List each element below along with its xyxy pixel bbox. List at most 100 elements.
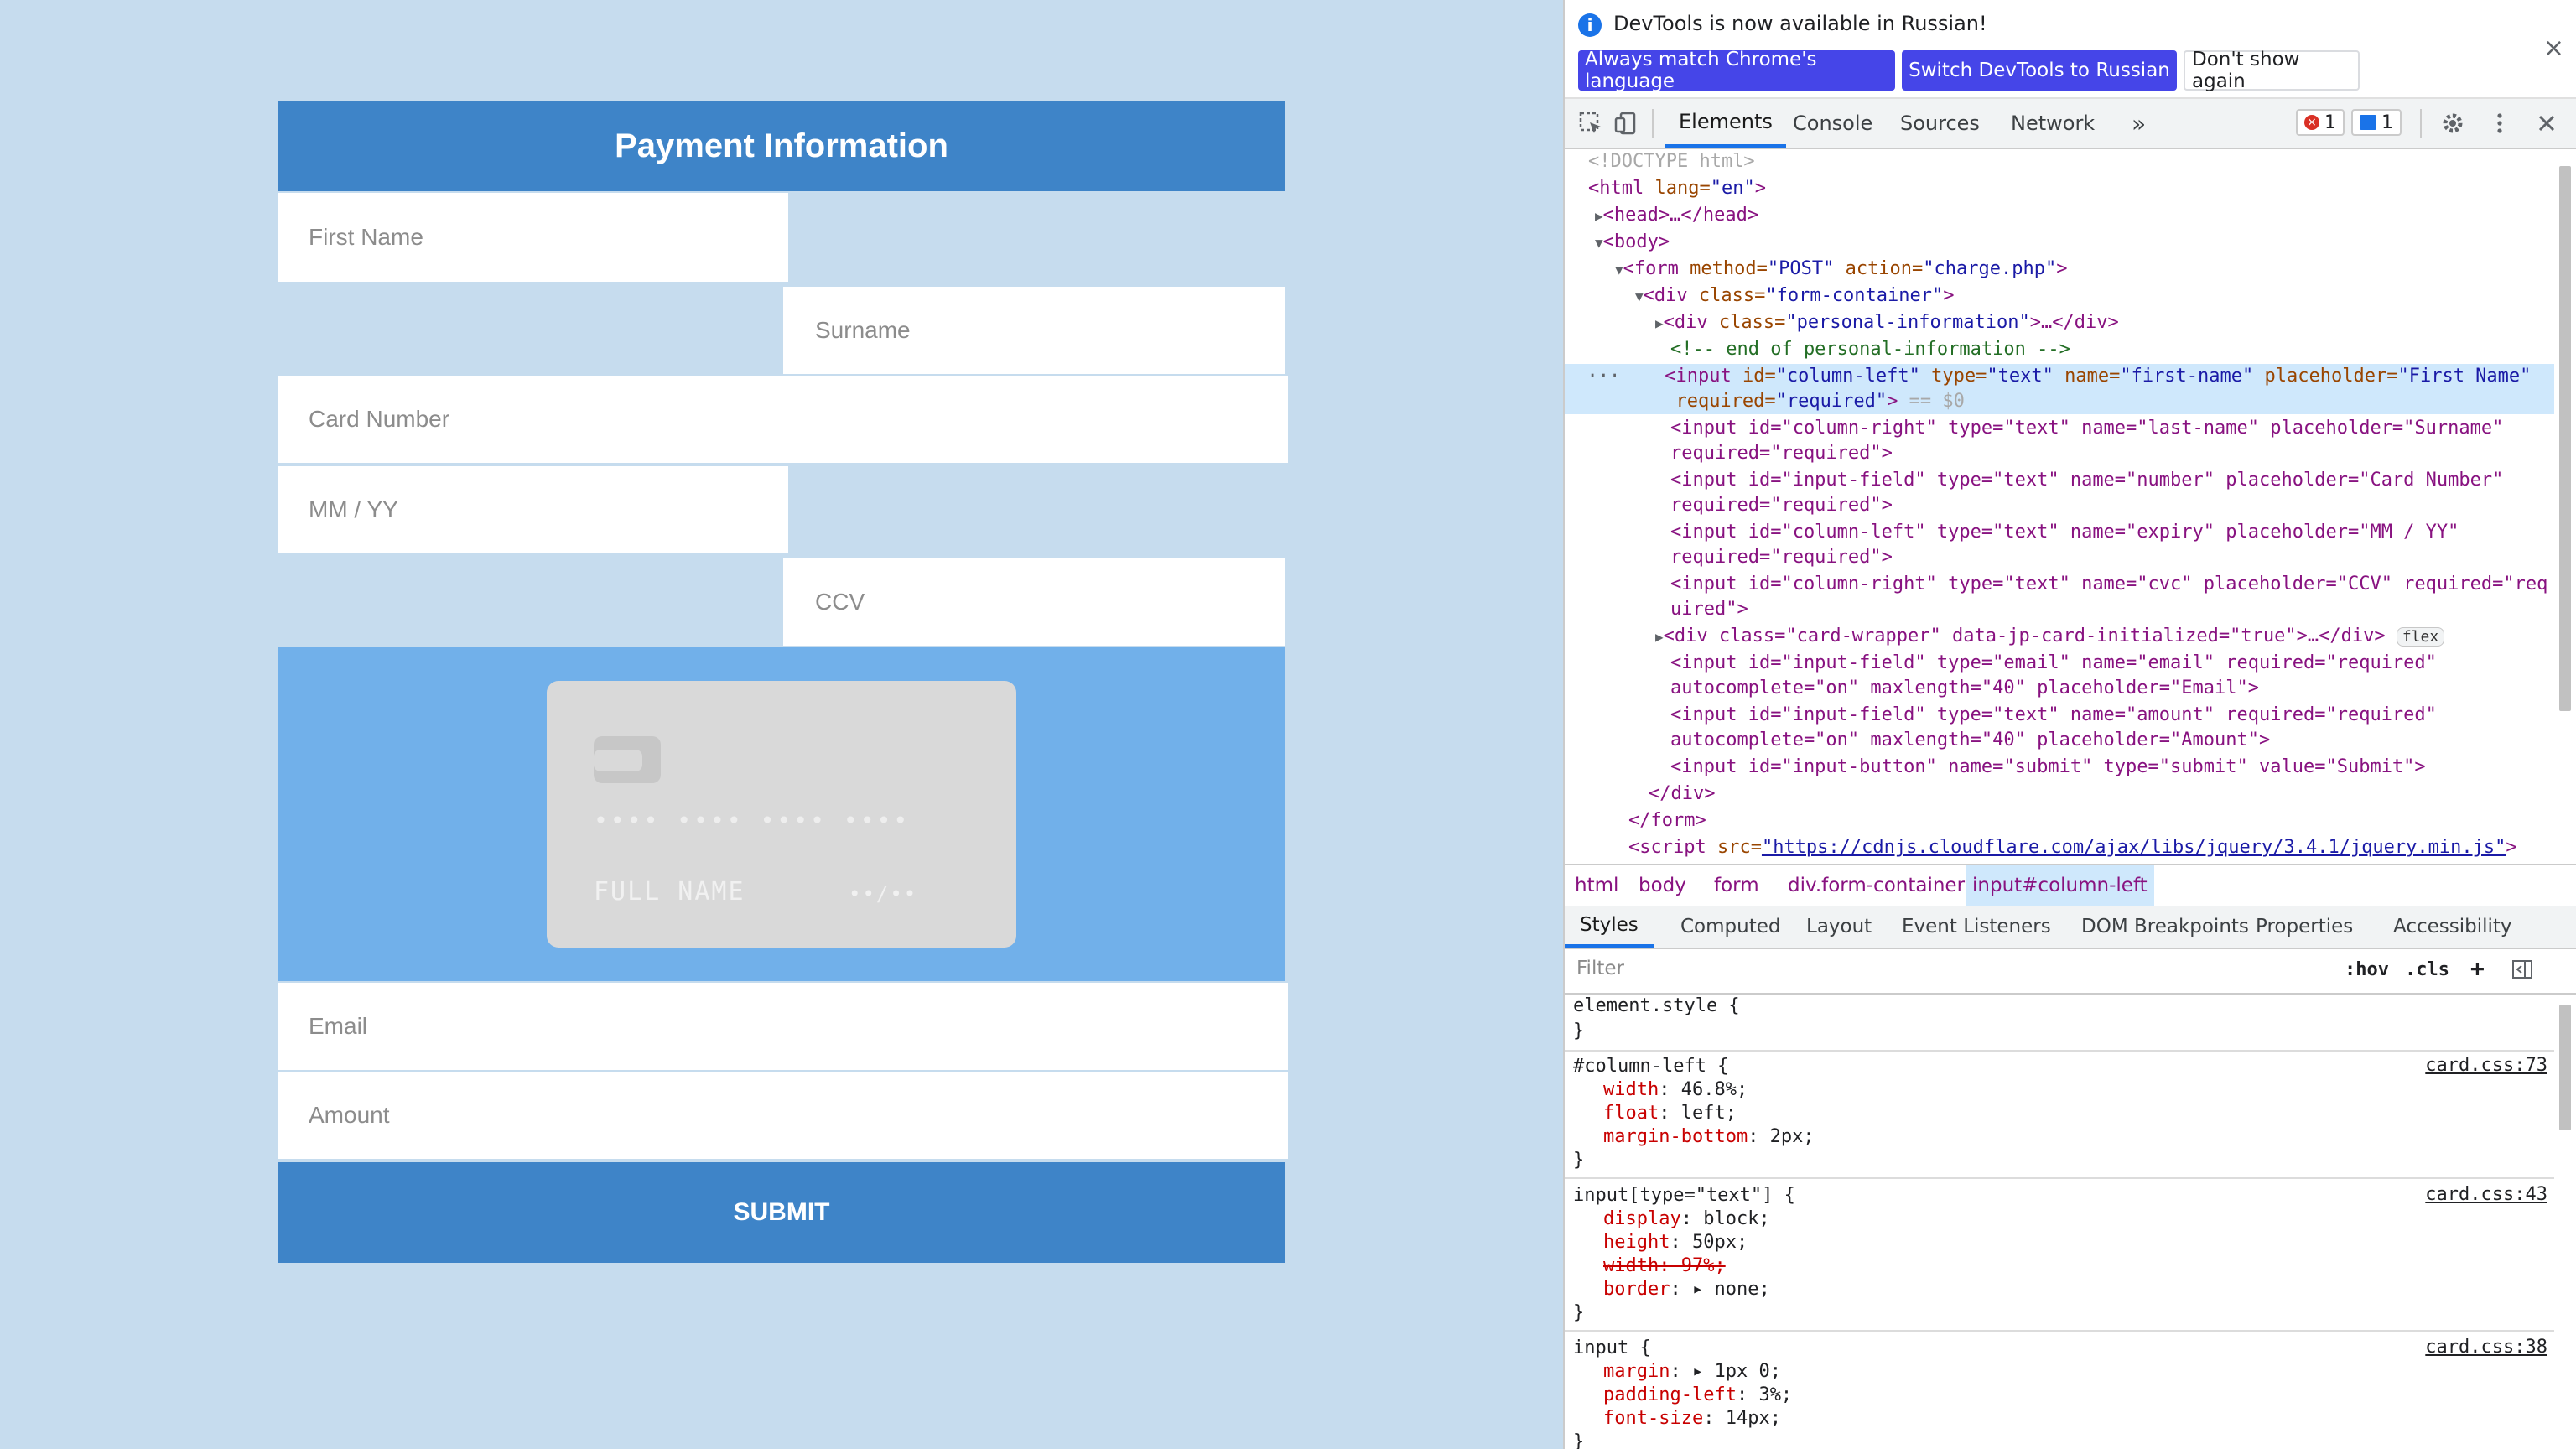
dom-cvc-input[interactable]: <input id="column-right" type="text" nam… bbox=[1670, 572, 2547, 597]
breadcrumb-form[interactable]: form bbox=[1707, 865, 1766, 906]
styles-subtabs: Styles Computed Layout Event Listeners D… bbox=[1565, 906, 2576, 949]
form-title: Payment Information bbox=[278, 101, 1285, 191]
styles-scrollbar[interactable] bbox=[2556, 1005, 2574, 1189]
surname-input[interactable]: Surname bbox=[783, 287, 1285, 374]
dom-div-close[interactable]: </div> bbox=[1649, 782, 1715, 807]
style-property[interactable]: border: ▸ none; bbox=[1603, 1278, 1770, 1301]
style-property[interactable]: padding-left: 3%; bbox=[1603, 1384, 1792, 1407]
close-devtools-icon[interactable] bbox=[2532, 109, 2561, 138]
tab-event-listeners[interactable]: Event Listeners bbox=[1892, 906, 2061, 948]
elements-scrollbar-thumb[interactable] bbox=[2559, 166, 2571, 711]
style-property[interactable]: font-size: 14px; bbox=[1603, 1407, 1781, 1431]
dom-surname-input[interactable]: <input id="column-right" type="text" nam… bbox=[1670, 416, 2503, 441]
card-number-input[interactable]: Card Number bbox=[278, 376, 1288, 463]
breadcrumb-html[interactable]: html bbox=[1568, 865, 1625, 906]
page-viewport: Payment Information First Name Surname C… bbox=[0, 0, 1563, 1449]
breadcrumb-body[interactable]: body bbox=[1632, 865, 1693, 906]
tab-console[interactable]: Console bbox=[1781, 99, 1884, 148]
errors-badge[interactable]: × 1 bbox=[2296, 109, 2345, 136]
styles-pane: element.style { } #column-left { card.cs… bbox=[1565, 995, 2576, 1449]
element-style-selector[interactable]: element.style { bbox=[1573, 995, 1740, 1018]
dont-show-again-button[interactable]: Don't show again bbox=[2184, 49, 2360, 92]
dom-body[interactable]: ▼<body> bbox=[1595, 230, 1670, 255]
rule-close: } bbox=[1573, 1302, 1585, 1323]
email-input[interactable]: Email bbox=[278, 983, 1288, 1070]
dom-personal-information[interactable]: ▶<div class="personal-information">…</di… bbox=[1655, 310, 2119, 335]
amount-input[interactable]: Amount bbox=[278, 1072, 1288, 1159]
dom-email-input[interactable]: <input id="input-field" type="email" nam… bbox=[1670, 651, 2437, 676]
tab-network[interactable]: Network bbox=[1999, 99, 2106, 148]
message-icon bbox=[2360, 115, 2376, 130]
breadcrumb-selected-input[interactable]: input#column-left bbox=[1966, 865, 2154, 906]
card-preview: •••• •••• •••• •••• FULL NAME ••/•• bbox=[547, 681, 1016, 948]
card-preview-name: FULL NAME bbox=[594, 877, 745, 906]
more-options-icon[interactable] bbox=[2485, 109, 2514, 138]
tab-computed[interactable]: Computed bbox=[1670, 906, 1790, 948]
new-style-rule-icon[interactable]: + bbox=[2470, 954, 2485, 982]
tab-dom-breakpoints[interactable]: DOM Breakpoints bbox=[2071, 906, 2259, 948]
toggle-sidebar-icon[interactable] bbox=[2511, 958, 2534, 986]
rule-column-left-source-link[interactable]: card.css:73 bbox=[2425, 1055, 2547, 1076]
more-tabs-icon[interactable]: » bbox=[2123, 99, 2154, 148]
rule-input-text-source-link[interactable]: card.css:43 bbox=[2425, 1184, 2547, 1205]
dom-cvc-input-cont: uired"> bbox=[1670, 599, 1748, 620]
toolbar-divider bbox=[1652, 109, 1654, 138]
style-property[interactable]: width: 46.8%; bbox=[1603, 1078, 1748, 1102]
dom-html[interactable]: <html lang="en"> bbox=[1588, 176, 1766, 201]
switch-to-russian-button[interactable]: Switch DevTools to Russian bbox=[1902, 50, 2177, 91]
dom-card-wrapper[interactable]: ▶<div class="card-wrapper" data-jp-card-… bbox=[1655, 624, 2445, 649]
expiry-input[interactable]: MM / YY bbox=[278, 466, 788, 553]
style-property[interactable]: display: block; bbox=[1603, 1208, 1770, 1231]
dom-amount-input[interactable]: <input id="input-field" type="text" name… bbox=[1670, 703, 2437, 728]
dom-email-input-cont: autocomplete="on" maxlength="40" placeho… bbox=[1670, 678, 2259, 699]
breadcrumb-form-container[interactable]: div.form-container bbox=[1781, 865, 1971, 906]
first-name-input[interactable]: First Name bbox=[278, 193, 788, 282]
styles-scrollbar-thumb[interactable] bbox=[2559, 1005, 2571, 1130]
close-icon[interactable]: × bbox=[2543, 34, 2564, 63]
rule-close: } bbox=[1573, 1021, 1585, 1041]
dom-expiry-input[interactable]: <input id="column-left" type="text" name… bbox=[1670, 520, 2459, 545]
info-icon: i bbox=[1578, 13, 1602, 37]
dom-form[interactable]: ▼<form method="POST" action="charge.php"… bbox=[1615, 257, 2068, 282]
rule-input-selector[interactable]: input { bbox=[1573, 1337, 1651, 1360]
messages-badge[interactable]: 1 bbox=[2351, 109, 2402, 136]
rule-input-source-link[interactable]: card.css:38 bbox=[2425, 1337, 2547, 1358]
dom-head[interactable]: ▶<head>…</head> bbox=[1595, 203, 1758, 228]
dom-card-number-input[interactable]: <input id="input-field" type="text" name… bbox=[1670, 468, 2503, 493]
style-property[interactable]: margin: ▸ 1px 0; bbox=[1603, 1360, 1781, 1384]
ccv-input[interactable]: CCV bbox=[783, 558, 1285, 646]
dom-selected-input-line1[interactable]: ··· <input id="column-left" type="text" … bbox=[1565, 364, 2554, 389]
inspect-element-icon[interactable] bbox=[1576, 109, 1605, 138]
styles-filter-input[interactable]: Filter bbox=[1576, 958, 1624, 979]
overridden-style-property[interactable]: width: 97%; bbox=[1603, 1254, 1726, 1278]
device-toolbar-icon[interactable] bbox=[1612, 109, 1640, 138]
devtools-panel: i DevTools is now available in Russian! … bbox=[1563, 0, 2576, 1449]
hov-toggle[interactable]: :hov bbox=[2345, 959, 2389, 980]
tab-elements[interactable]: Elements bbox=[1665, 99, 1786, 148]
elements-scrollbar[interactable] bbox=[2556, 166, 2574, 711]
dom-submit-input[interactable]: <input id="input-button" name="submit" t… bbox=[1670, 755, 2426, 780]
dom-comment[interactable]: <!-- end of personal-information --> bbox=[1670, 337, 2070, 362]
tab-layout[interactable]: Layout bbox=[1796, 906, 1882, 948]
tab-styles[interactable]: Styles bbox=[1565, 906, 1654, 948]
settings-gear-icon[interactable] bbox=[2438, 109, 2467, 138]
style-property[interactable]: margin-bottom: 2px; bbox=[1603, 1125, 1815, 1149]
dom-selected-input-line2[interactable]: required="required"> == $0 bbox=[1565, 389, 2554, 414]
dom-doctype[interactable]: <!DOCTYPE html> bbox=[1588, 149, 1755, 174]
dom-expiry-input-cont: required="required"> bbox=[1670, 547, 1893, 568]
rule-input-text-selector[interactable]: input[type="text"] { bbox=[1573, 1184, 1795, 1208]
tab-properties[interactable]: Properties bbox=[2246, 906, 2363, 948]
tab-sources[interactable]: Sources bbox=[1888, 99, 1992, 148]
flex-badge[interactable]: flex bbox=[2396, 627, 2445, 647]
style-property[interactable]: height: 50px; bbox=[1603, 1231, 1748, 1254]
rule-column-left-selector[interactable]: #column-left { bbox=[1573, 1055, 1728, 1078]
tab-accessibility[interactable]: Accessibility bbox=[2383, 906, 2522, 948]
always-match-language-button[interactable]: Always match Chrome's language bbox=[1578, 49, 1895, 92]
submit-button[interactable]: SUBMIT bbox=[278, 1162, 1285, 1263]
cls-toggle[interactable]: .cls bbox=[2405, 959, 2449, 980]
style-property[interactable]: float: left; bbox=[1603, 1102, 1737, 1125]
dom-form-container[interactable]: ▼<div class="form-container"> bbox=[1635, 283, 1955, 309]
dom-script[interactable]: <script src="https://cdnjs.cloudflare.co… bbox=[1628, 835, 2517, 860]
dom-form-close[interactable]: </form> bbox=[1628, 808, 1706, 834]
messages-count: 1 bbox=[2381, 112, 2393, 133]
